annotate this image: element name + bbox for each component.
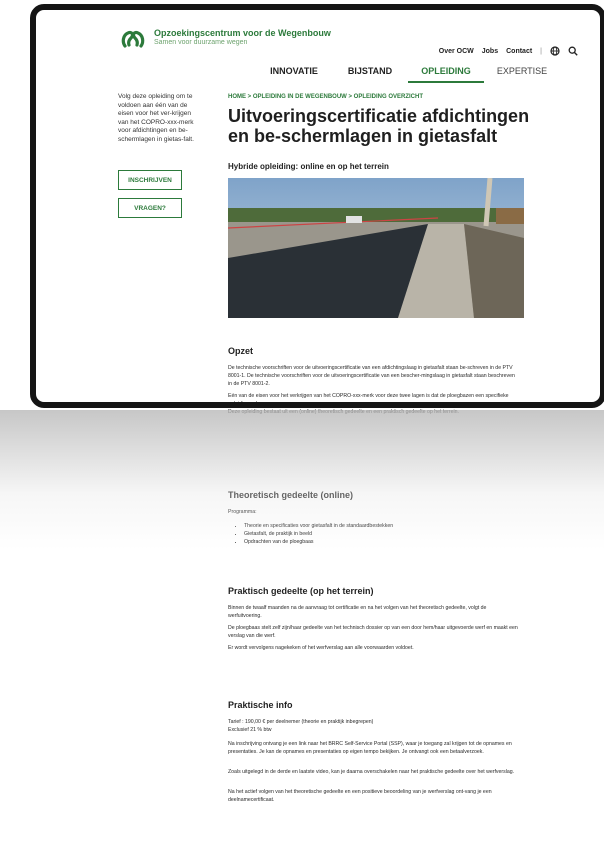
list-item: Gietasfalt, de praktijk in beeld: [244, 530, 496, 538]
list-item: Theorie en specificaties voor gietasfalt…: [244, 522, 496, 530]
util-link-jobs[interactable]: Jobs: [482, 48, 498, 55]
main-nav: INNOVATIE BIJSTAND OPLEIDING EXPERTISE: [256, 66, 560, 83]
info-vat: Exclusief 21 % btw: [228, 727, 272, 733]
theorie-program-list: Theorie en specificaties voor gietasfalt…: [236, 522, 496, 546]
nav-item-expertise[interactable]: EXPERTISE: [484, 66, 560, 83]
site-header: Opzoekingscentrum voor de Wegenbouw Same…: [44, 10, 592, 83]
theorie-intro: Programma:: [228, 509, 257, 515]
utility-nav: Over OCW Jobs Contact |: [439, 46, 578, 56]
nav-item-innovatie[interactable]: INNOVATIE: [256, 66, 332, 83]
util-separator: |: [540, 47, 542, 55]
section-heading-theorie: Theoretisch gedeelte (online): [228, 490, 354, 500]
util-link-contact[interactable]: Contact: [506, 48, 532, 55]
opzet-paragraph-2: Eén van de eisen voor het verkrijgen van…: [228, 393, 509, 407]
opzet-paragraph-3: Deze opleiding bestaat uit een (online) …: [228, 409, 459, 415]
praktijk-paragraph-1: Binnen de twaalf maanden na de aanvraag …: [228, 605, 487, 619]
info-paragraph-3: Na het actief volgen van het theoretisch…: [228, 789, 492, 803]
praktijk-paragraph-2: De ploegbaas stelt zelf zijn/haar gedeel…: [228, 625, 518, 639]
questions-button[interactable]: VRAGEN?: [118, 198, 182, 218]
section-heading-info: Praktische info: [228, 700, 293, 710]
info-paragraph-2: Zoals uitgelegd in de derde en laatste v…: [228, 769, 515, 775]
brand-name[interactable]: Opzoekingscentrum voor de Wegenbouw: [154, 28, 331, 38]
section-heading-praktijk: Praktisch gedeelte (op het terrein): [228, 586, 374, 596]
section-heading-opzet: Opzet: [228, 346, 254, 356]
sidebar-intro-text: Volg deze opleiding om te voldoen aan éé…: [118, 93, 194, 143]
util-link-over-ocw[interactable]: Over OCW: [439, 48, 474, 55]
breadcrumb[interactable]: HOME > OPLEIDING IN DE WEGENBOUW > OPLEI…: [228, 94, 423, 100]
opzet-paragraph-1-text: De technische voorschriften voor de uitv…: [228, 365, 515, 387]
praktijk-paragraph-3: Er wordt vervolgens nagekeken of het wer…: [228, 645, 414, 651]
ocw-logo-icon[interactable]: [120, 28, 146, 52]
opzet-paragraph-1: De technische voorschriften voor de uitv…: [228, 364, 520, 388]
nav-item-bijstand[interactable]: BIJSTAND: [332, 66, 408, 83]
info-price: Tarief : 190,00 € per deelnemer (theorie…: [228, 719, 374, 725]
brand-tagline: Samen voor duurzame wegen: [154, 39, 248, 46]
page-title: Uitvoeringscertificatie afdichtingen en …: [228, 106, 530, 146]
search-icon[interactable]: [568, 46, 578, 56]
hero-image-road-works: [228, 178, 524, 318]
list-item: Opdrachten van de ploegbaas: [244, 538, 496, 546]
page-subtitle: Hybride opleiding: online en op het terr…: [228, 162, 389, 171]
nav-item-opleiding[interactable]: OPLEIDING: [408, 66, 484, 83]
register-button[interactable]: INSCHRIJVEN: [118, 170, 182, 190]
globe-icon[interactable]: [550, 46, 560, 56]
info-paragraph-1: Na inschrijving ontvang je een link naar…: [228, 741, 512, 755]
